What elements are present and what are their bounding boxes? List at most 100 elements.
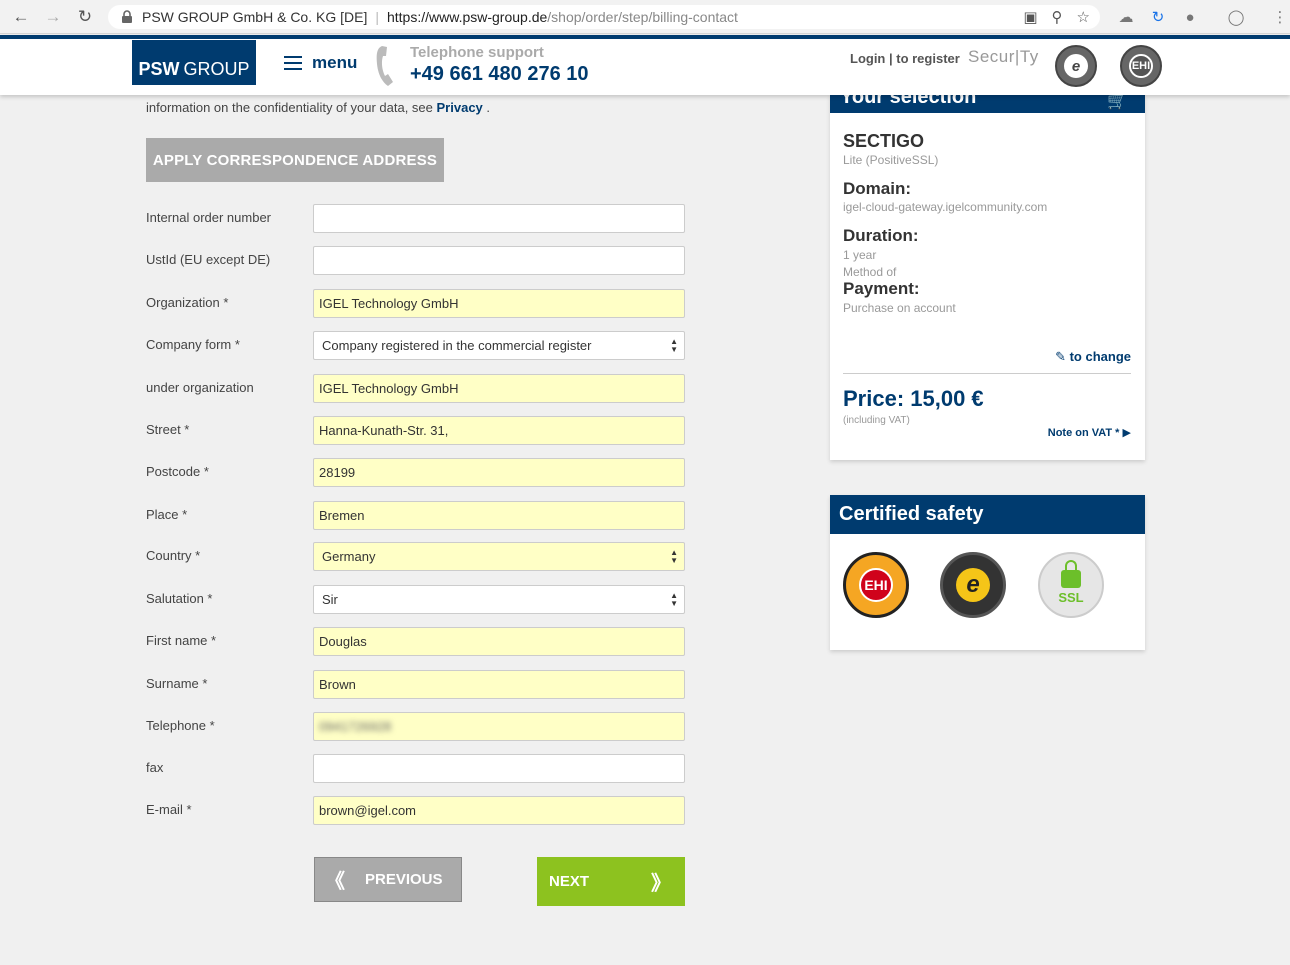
translate-icon[interactable]: ▣ — [1023, 8, 1037, 26]
field-input[interactable]: IGEL Technology GmbH — [313, 289, 685, 318]
field-input[interactable]: IGEL Technology GmbH — [313, 374, 685, 403]
lock-icon — [122, 10, 132, 23]
field-input[interactable]: 0941726928 — [313, 712, 685, 741]
ssl-lock-icon — [1061, 559, 1081, 588]
field-input[interactable]: 28199 — [313, 458, 685, 487]
pencil-icon: ✎ — [1055, 349, 1066, 364]
apply-correspondence-address-button[interactable]: APPLY CORRESPONDENCE ADDRESS — [146, 138, 444, 182]
previous-button[interactable]: 《 PREVIOUS — [314, 857, 462, 902]
cloud-extension-icon[interactable]: ☁ — [1116, 7, 1136, 27]
field-select[interactable]: Germany ▲ ▼ — [313, 542, 685, 571]
field-label: under organization — [146, 380, 254, 395]
field-input[interactable]: Douglas — [313, 627, 685, 656]
field-label: UstId (EU except DE) — [146, 252, 271, 267]
field-label: Telephone * — [146, 718, 215, 733]
select-value: Germany — [322, 549, 376, 564]
url-path: /shop/order/step/billing-contact — [547, 9, 738, 25]
menu-label: menu — [312, 53, 358, 72]
form-row: Company form * Company registered in the … — [146, 331, 686, 361]
change-selection-link[interactable]: ✎ to change — [1055, 349, 1131, 365]
form-row: First name * Douglas — [146, 627, 686, 657]
form-row: Surname * Brown — [146, 670, 686, 700]
field-input[interactable]: Hanna-Kunath-Str. 31, — [313, 416, 685, 445]
bookmark-star-icon[interactable]: ☆ — [1077, 8, 1090, 26]
hamburger-icon — [284, 56, 302, 70]
form-row: Telephone * 0941726928 — [146, 712, 686, 742]
product-name: SECTIGO — [843, 131, 925, 151]
vat-note-link[interactable]: Note on VAT * ▶ — [1048, 426, 1131, 439]
ssl-seal-text: SSL — [1058, 589, 1084, 605]
trusted-shops-seal-icon[interactable]: e — [940, 552, 1006, 618]
duration-label: Duration: — [843, 226, 919, 245]
next-label: NEXT — [549, 873, 590, 890]
duration-value: 1 year — [843, 248, 877, 262]
field-input[interactable] — [313, 204, 685, 233]
circle-extension-icon[interactable]: ● — [1180, 7, 1200, 27]
psw-logo[interactable]: PSW GROUP — [132, 40, 256, 85]
ssl-seal-icon[interactable]: SSL — [1038, 552, 1104, 618]
certified-safety-title: Certified safety — [839, 503, 984, 525]
phone-support-label: Telephone support — [410, 44, 544, 61]
privacy-suffix: . — [482, 100, 491, 115]
form-row: UstId (EU except DE) — [146, 246, 686, 276]
forward-icon[interactable]: → — [42, 6, 64, 28]
address-bar[interactable]: PSW GROUP GmbH & Co. KG [DE] | https://w… — [108, 5, 1100, 29]
double-chevron-left-icon: 《 — [325, 871, 345, 893]
select-value: Company registered in the commercial reg… — [322, 338, 592, 353]
form-row: fax — [146, 754, 686, 784]
profile-avatar-icon[interactable]: ◯ — [1226, 7, 1246, 27]
domain-label: Domain: — [843, 179, 911, 198]
field-input[interactable] — [313, 246, 685, 275]
field-label: Internal order number — [146, 210, 272, 225]
more-menu-icon[interactable]: ⋮ — [1270, 7, 1290, 27]
field-input[interactable]: Brown — [313, 670, 685, 699]
input-value: IGEL Technology GmbH — [319, 296, 459, 311]
field-label: Postcode * — [146, 464, 209, 479]
input-value: brown@igel.com — [319, 803, 417, 818]
field-label: Company form * — [146, 337, 240, 352]
cart-icon[interactable]: 🛒 — [1107, 95, 1127, 111]
privacy-note: information on the confidentiality of yo… — [146, 100, 490, 115]
form-row: Country * Germany ▲ ▼ — [146, 542, 686, 572]
page-origin: PSW GROUP GmbH & Co. KG [DE] — [142, 9, 368, 25]
form-row: Place * Bremen — [146, 501, 686, 531]
sync-extension-icon[interactable]: ↻ — [1148, 7, 1168, 27]
payment-value: Purchase on account — [843, 301, 956, 315]
triangle-right-icon: ▶ — [1122, 427, 1131, 439]
phone-number[interactable]: +49 661 480 276 10 — [410, 63, 589, 86]
reload-icon[interactable]: ↻ — [74, 6, 96, 28]
login-register-link[interactable]: Login | to register — [850, 51, 960, 66]
field-input[interactable] — [313, 754, 685, 783]
ehi-seal-text: EHI — [859, 568, 893, 602]
phone-icon — [376, 46, 393, 86]
zoom-icon[interactable]: ⚲ — [1052, 8, 1063, 26]
input-value: 0941726928 — [319, 719, 392, 734]
ehi-badge-icon[interactable]: EHI — [1120, 45, 1162, 87]
site-header: PSW GROUP menu Telephone support +49 661 … — [0, 35, 1290, 95]
security-made-in-germany-logo: Secur|Ty — [968, 47, 1039, 67]
field-select[interactable]: Company registered in the commercial reg… — [313, 331, 685, 360]
select-arrows-icon: ▲ ▼ — [670, 548, 678, 565]
input-value: Bremen — [319, 508, 365, 523]
selection-panel: Your selection 🛒 SECTIGO Lite (PositiveS… — [830, 95, 1145, 460]
select-arrows-icon: ▲ ▼ — [670, 591, 678, 608]
selection-header: Your selection 🛒 — [830, 95, 1145, 113]
domain-value: igel-cloud-gateway.igelcommunity.com — [843, 200, 1048, 214]
input-value: Hanna-Kunath-Str. 31, — [319, 423, 449, 438]
select-value: Sir — [322, 592, 338, 607]
field-input[interactable]: Bremen — [313, 501, 685, 530]
ehi-seal-icon[interactable]: EHI — [843, 552, 909, 618]
back-icon[interactable]: ← — [10, 6, 32, 28]
menu-button[interactable]: menu — [284, 53, 357, 73]
form-row: Postcode * 28199 — [146, 458, 686, 488]
input-value: Douglas — [319, 634, 367, 649]
privacy-link[interactable]: Privacy — [437, 100, 483, 115]
next-button[interactable]: NEXT 》 — [537, 857, 685, 906]
previous-label: PREVIOUS — [365, 871, 443, 888]
trusted-shops-badge-icon[interactable]: e — [1055, 45, 1097, 87]
field-input[interactable]: brown@igel.com — [313, 796, 685, 825]
url-separator: | — [375, 9, 379, 25]
selection-title: Your selection — [840, 95, 977, 108]
field-select[interactable]: Sir ▲ ▼ — [313, 585, 685, 614]
change-link-label: to change — [1069, 349, 1131, 364]
